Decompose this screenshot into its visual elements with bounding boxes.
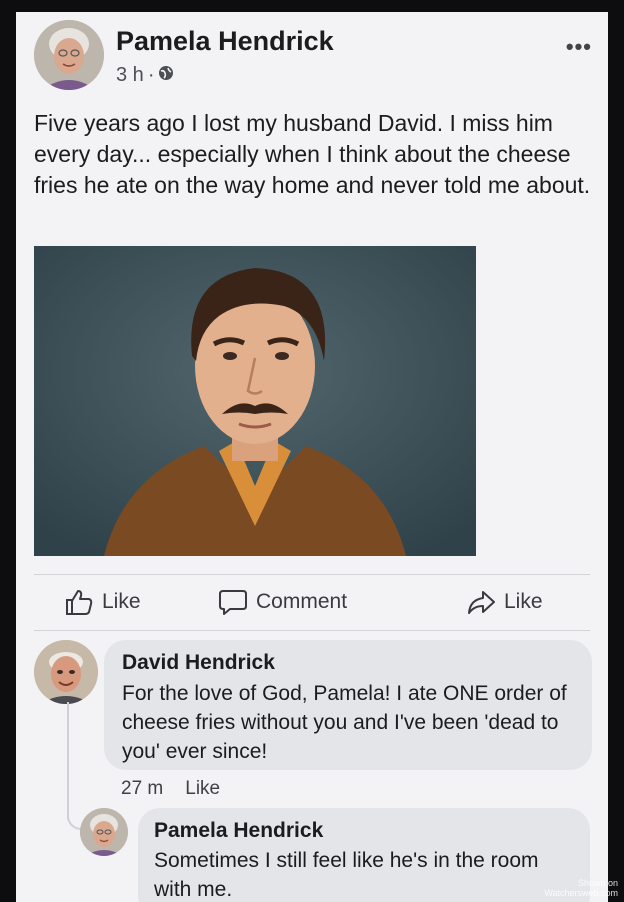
divider-top	[34, 574, 590, 575]
like-label: Like	[102, 590, 141, 613]
post-meta: 3 h ·	[116, 64, 174, 87]
reply-avatar[interactable]	[80, 808, 128, 856]
comment-time[interactable]: 27 m	[121, 778, 163, 800]
thumbs-up-icon	[64, 588, 94, 616]
reply-author-name[interactable]: Pamela Hendrick	[154, 819, 323, 843]
share-button[interactable]: Like	[466, 588, 543, 616]
post-author-name[interactable]: Pamela Hendrick	[116, 26, 334, 57]
watermark: Shown on Watchersweb.com	[544, 878, 618, 898]
reply-text: Sometimes I still feel like he's in the …	[154, 849, 539, 901]
watermark-line2: Watchersweb.com	[544, 888, 618, 898]
meta-separator: ·	[147, 64, 155, 86]
more-options-icon[interactable]: •••	[566, 34, 592, 60]
comment-label: Comment	[256, 590, 348, 613]
post-time[interactable]: 3 h	[116, 64, 144, 87]
comment-text: For the love of God, Pamela! I ate ONE o…	[122, 682, 567, 763]
comment-icon	[218, 588, 248, 616]
comment-meta: 27 m Like	[121, 778, 220, 800]
comment-button[interactable]: Comment	[218, 588, 347, 616]
post-photo[interactable]	[34, 246, 476, 556]
like-button[interactable]: Like	[64, 588, 141, 616]
post-text: Five years ago I lost my husband David. …	[34, 110, 591, 198]
globe-icon	[158, 64, 174, 87]
commenter-avatar[interactable]	[34, 640, 98, 704]
watermark-line1: Shown on	[577, 878, 618, 888]
share-label: Like	[504, 590, 543, 613]
author-avatar[interactable]	[34, 20, 104, 90]
reply-bubble: Pamela Hendrick Sometimes I still feel l…	[138, 808, 590, 902]
post-card: Pamela Hendrick 3 h · ••• Five years ago…	[16, 12, 608, 902]
divider-bottom	[34, 630, 590, 631]
comment-like-link[interactable]: Like	[185, 778, 220, 800]
comment-author-name[interactable]: David Hendrick	[122, 651, 275, 675]
share-icon	[466, 588, 496, 616]
comment-bubble: David Hendrick For the love of God, Pame…	[104, 640, 592, 770]
